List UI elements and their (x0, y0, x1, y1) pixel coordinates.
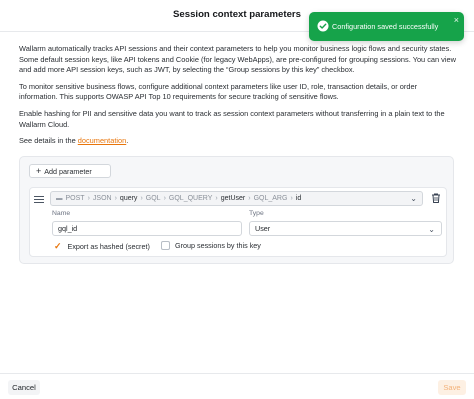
path-segment: GQL_ARG (253, 195, 288, 202)
path-segment: id (295, 195, 302, 202)
session-context-dialog: Session context parameters Wallarm autom… (0, 0, 474, 399)
add-parameter-label: Add parameter (44, 167, 92, 176)
path-separator: › (140, 195, 143, 202)
path-separator: › (215, 195, 218, 202)
add-parameter-button[interactable]: + Add parameter (29, 164, 111, 178)
success-toast: Configuration saved successfully × (309, 12, 464, 41)
documentation-link[interactable]: documentation (78, 136, 126, 145)
intro-paragraph-2: To monitor sensitive business flows, con… (19, 81, 418, 102)
path-segment: GQL_QUERY (168, 195, 213, 202)
parameter-card: ▬ POST › JSON › query › GQL › GQL_QUERY › getUser ›… (29, 187, 447, 257)
chevron-down-icon: ⌄ (428, 225, 435, 234)
chevron-down-icon: ⌄ (410, 194, 417, 203)
export-hashed-option[interactable]: ✓ Export as hashed (secret) (54, 241, 150, 252)
intro-paragraph-1: Wallarm automatically tracks API session… (19, 44, 456, 75)
dialog-body: Wallarm automatically tracks API session… (19, 44, 457, 153)
trash-icon[interactable] (430, 192, 442, 204)
path-segment: POST (65, 195, 85, 202)
type-select[interactable]: User ⌄ (249, 221, 442, 236)
path-separator: › (87, 195, 90, 202)
toast-message: Configuration saved successfully (332, 22, 439, 31)
group-sessions-option[interactable]: Group sessions by this key (161, 241, 261, 250)
parameter-path-select[interactable]: ▬ POST › JSON › query › GQL › GQL_QUERY › getUser ›… (50, 191, 423, 206)
path-separator: › (163, 195, 166, 202)
details-suffix: . (126, 136, 129, 146)
path-separator: › (114, 195, 117, 202)
group-sessions-label: Group sessions by this key (175, 241, 261, 250)
parameter-path: ▬ POST › JSON › query › GQL › GQL_QUERY › getUser ›… (56, 194, 301, 204)
name-label: Name (52, 210, 71, 217)
check-circle-icon (317, 20, 329, 32)
type-select-value: User (255, 224, 271, 233)
name-input[interactable]: gql_id (52, 221, 242, 236)
cancel-button[interactable]: Cancel (8, 380, 40, 395)
intro-paragraph-3: Enable hashing for PII and sensitive dat… (19, 108, 445, 129)
path-segment: getUser (220, 195, 246, 202)
check-icon[interactable]: ✓ (54, 241, 62, 252)
drag-handle-icon[interactable] (34, 194, 44, 204)
path-segment: query (119, 195, 138, 202)
plus-icon: + (36, 166, 42, 176)
path-segment: GQL (145, 195, 161, 202)
type-label: Type (249, 210, 264, 217)
save-button[interactable]: Save (438, 380, 466, 395)
group-sessions-checkbox[interactable] (161, 241, 170, 250)
details-prefix: See details in the (19, 136, 78, 146)
path-type-icon: ▬ (56, 195, 63, 202)
path-separator: › (290, 195, 293, 202)
intro-paragraph-4: See details in the documentation. (19, 136, 457, 147)
path-segment: JSON (92, 195, 112, 202)
export-hashed-label: Export as hashed (secret) (67, 242, 150, 251)
path-separator: › (248, 195, 251, 202)
close-icon[interactable]: × (454, 15, 459, 25)
parameters-panel: + Add parameter ▬ POST › JSON › query › GQL › GQL… (19, 156, 454, 264)
dialog-footer: Cancel Save (0, 373, 474, 399)
